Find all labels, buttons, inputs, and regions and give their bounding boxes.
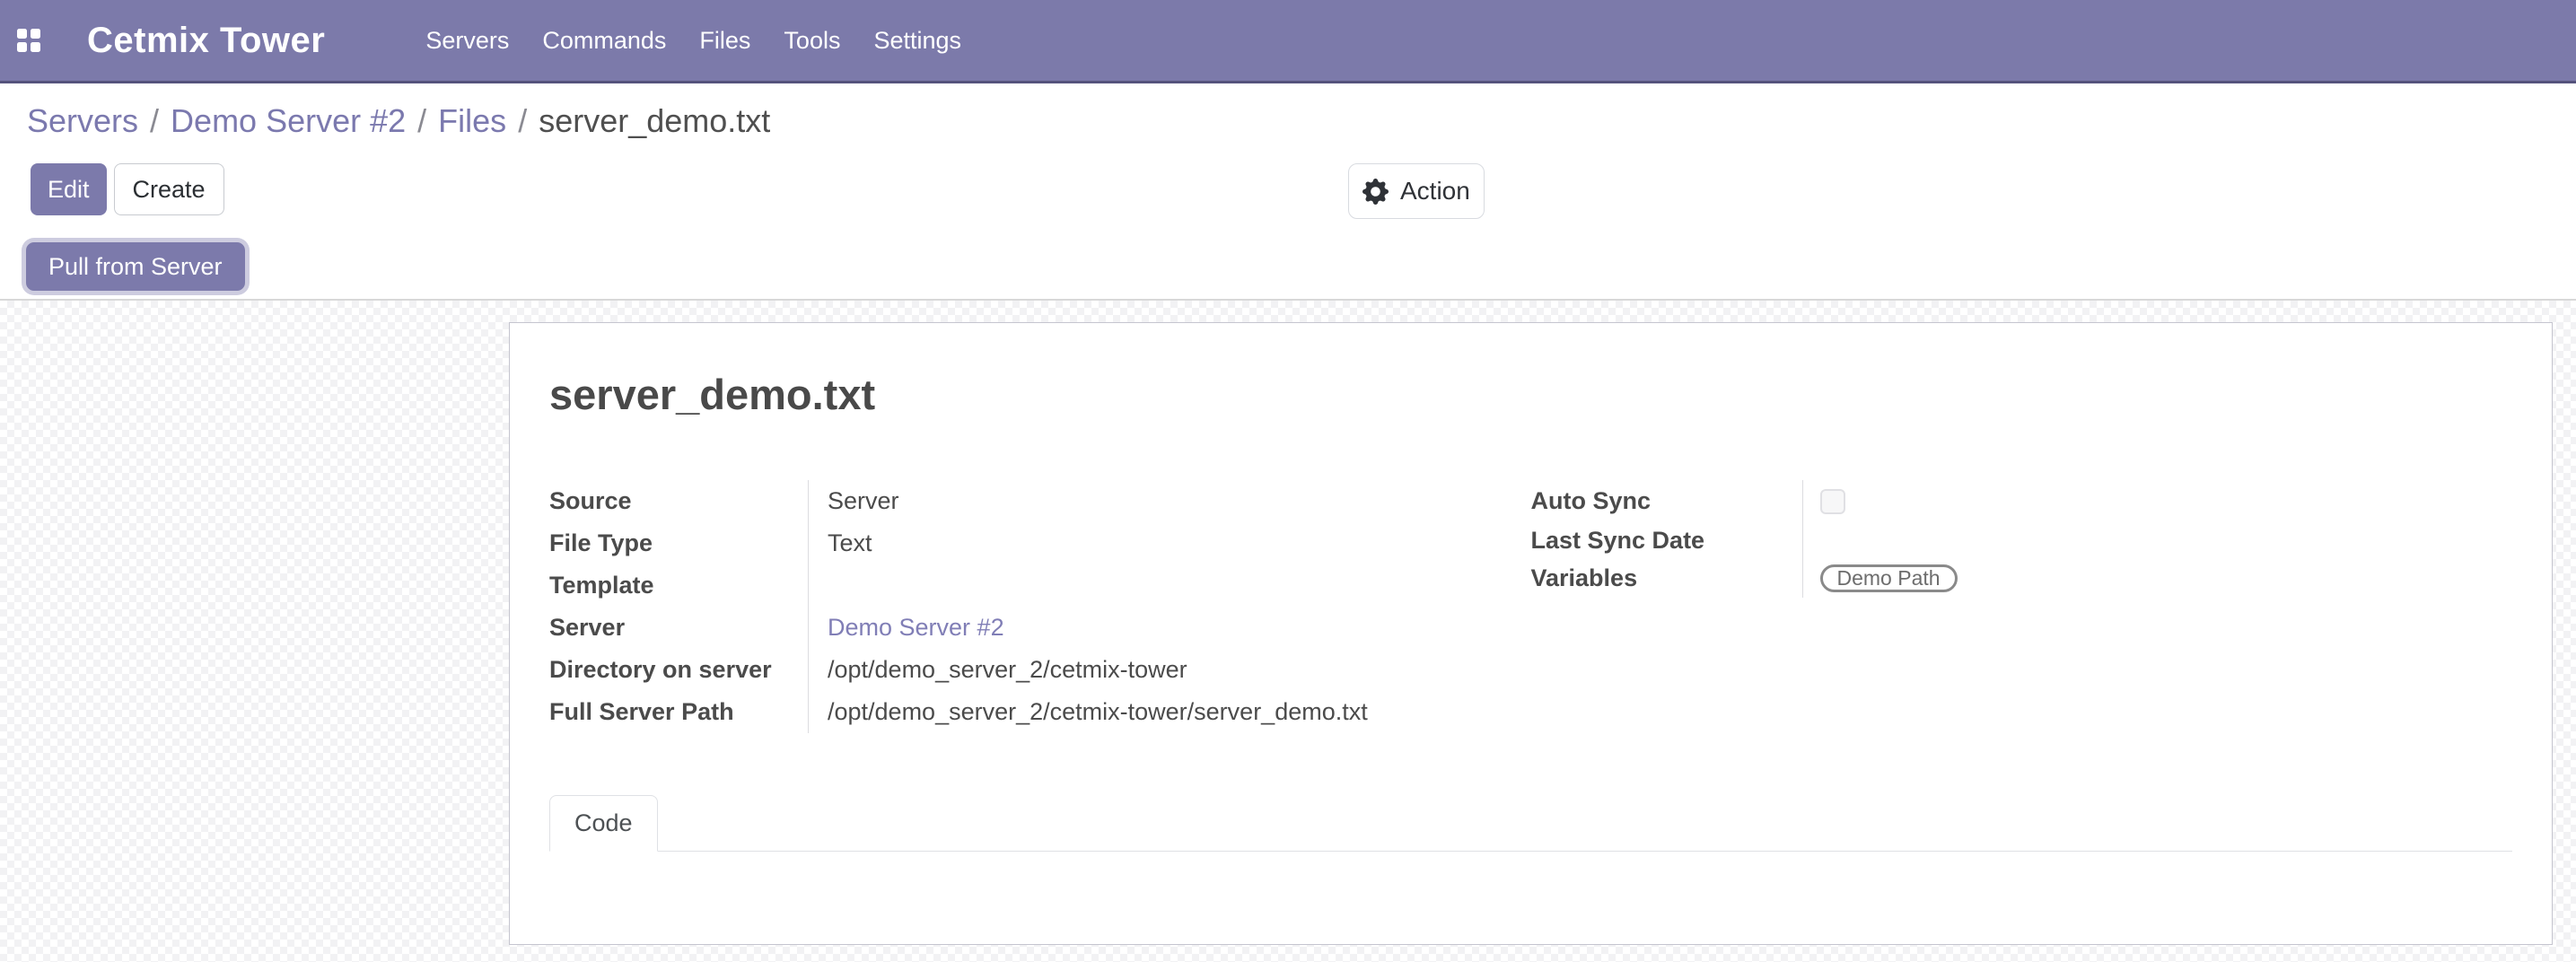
auto-sync-checkbox[interactable] [1820,489,1845,514]
gear-icon [1362,179,1389,205]
field-value-last-sync-date [1802,522,2513,558]
breadcrumb-link-servers[interactable]: Servers [27,102,138,139]
top-navbar: Cetmix Tower Servers Commands Files Tool… [0,0,2576,83]
breadcrumb-current: server_demo.txt [539,102,770,139]
create-button[interactable]: Create [114,163,224,215]
app-window: Cetmix Tower Servers Commands Files Tool… [0,0,2576,962]
field-value-variables: Demo Path [1802,558,2513,598]
field-label-auto-sync: Auto Sync [1531,480,1802,522]
field-label-last-sync-date: Last Sync Date [1531,522,1802,558]
action-button-label: Action [1400,177,1470,206]
field-value-auto-sync [1802,480,2513,522]
menu-item-files[interactable]: Files [699,27,750,55]
field-value-template [808,564,1531,607]
field-label-full-server-path: Full Server Path [549,691,808,733]
breadcrumb-link-demo-server[interactable]: Demo Server #2 [171,102,406,139]
field-value-file-type: Text [808,522,1531,564]
server-link[interactable]: Demo Server #2 [828,614,1004,642]
field-label-source: Source [549,480,808,522]
field-group: Source Server File Type Text Template Se… [549,480,2512,733]
object-buttons: Pull from Server [26,242,2576,291]
form-buttons: Edit Create [31,163,2576,215]
tab-code[interactable]: Code [549,795,658,852]
field-label-variables: Variables [1531,558,1802,598]
field-value-directory: /opt/demo_server_2/cetmix-tower [808,649,1531,691]
field-group-right: Auto Sync Last Sync Date Variables Demo … [1531,480,2513,733]
notebook: Code [549,794,2512,852]
tab-code-label: Code [574,809,633,837]
breadcrumb-separator: / [518,102,527,139]
content-area: server_demo.txt Source Server File Type … [0,301,2576,962]
field-group-left: Source Server File Type Text Template Se… [549,480,1531,733]
field-value-full-server-path: /opt/demo_server_2/cetmix-tower/server_d… [808,691,1531,733]
edit-button[interactable]: Edit [31,163,107,215]
field-label-template: Template [549,564,808,607]
breadcrumb-separator: / [417,102,426,139]
field-label-directory: Directory on server [549,649,808,691]
menu-item-tools[interactable]: Tools [784,27,840,55]
action-button[interactable]: Action [1348,163,1485,219]
variable-tag-demo-path[interactable]: Demo Path [1820,564,1958,592]
field-label-server: Server [549,607,808,649]
apps-menu-icon[interactable] [17,29,40,52]
field-value-server: Demo Server #2 [808,607,1531,649]
breadcrumb-link-files[interactable]: Files [438,102,506,139]
breadcrumb: Servers / Demo Server #2 / Files / server_demo… [27,105,2576,137]
field-label-file-type: File Type [549,522,808,564]
form-sheet: server_demo.txt Source Server File Type … [509,322,2553,945]
pull-from-server-button[interactable]: Pull from Server [26,242,245,291]
field-value-source: Server [808,480,1531,522]
tab-bar: Code [549,794,2512,852]
control-panel: Servers / Demo Server #2 / Files / server_demo… [0,83,2576,301]
menu-item-servers[interactable]: Servers [425,27,509,55]
menu-item-settings[interactable]: Settings [873,27,961,55]
main-menu: Servers Commands Files Tools Settings [425,27,961,55]
breadcrumb-separator: / [150,102,159,139]
page-title: server_demo.txt [549,370,2512,420]
menu-item-commands[interactable]: Commands [542,27,666,55]
brand-title[interactable]: Cetmix Tower [87,21,325,61]
